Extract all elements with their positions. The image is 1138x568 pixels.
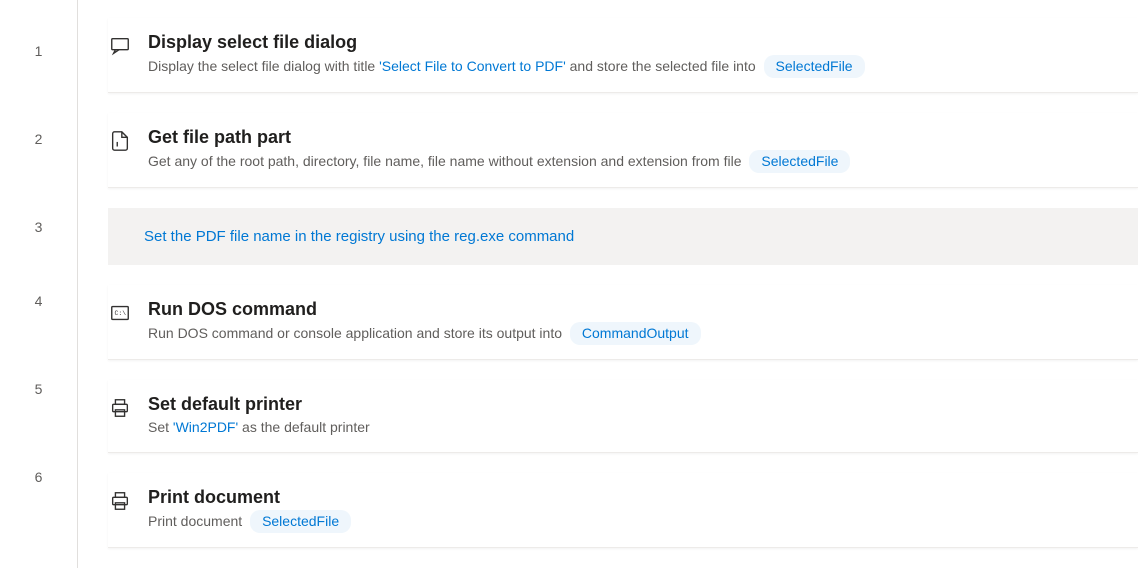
variable-badge[interactable]: SelectedFile [749,150,850,173]
step-content: Display select file dialog Display the s… [148,32,1118,78]
printer-icon [108,396,132,420]
step-description: Display the select file dialog with titl… [148,55,1118,78]
step-print-document[interactable]: Print document Print document SelectedFi… [108,473,1138,548]
svg-text:C:\: C:\ [115,310,127,317]
steps-list: Display select file dialog Display the s… [78,0,1138,568]
terminal-icon: C:\ [108,301,132,325]
step-description: Get any of the root path, directory, fil… [148,150,1118,173]
step-display-file-dialog[interactable]: Display select file dialog Display the s… [108,18,1138,93]
step-content: Run DOS command Run DOS command or conso… [148,299,1118,345]
line-number[interactable]: 3 [0,211,77,285]
line-number-gutter: 1 2 3 4 5 6 [0,0,78,568]
step-content: Set default printer Set 'Win2PDF' as the… [148,394,1118,438]
step-title: Get file path part [148,127,1118,148]
comment-text: Set the PDF file name in the registry us… [144,228,574,245]
variable-badge[interactable]: SelectedFile [764,55,865,78]
file-icon [108,129,132,153]
line-number[interactable]: 4 [0,285,77,373]
step-get-file-path-part[interactable]: Get file path part Get any of the root p… [108,113,1138,188]
variable-badge[interactable]: SelectedFile [250,510,351,533]
step-description: Print document SelectedFile [148,510,1118,533]
step-title: Print document [148,487,1118,508]
step-content: Print document Print document SelectedFi… [148,487,1118,533]
step-description: Set 'Win2PDF' as the default printer [148,417,1118,438]
quoted-string: 'Win2PDF' [173,419,238,435]
message-icon [108,34,132,58]
step-content: Get file path part Get any of the root p… [148,127,1118,173]
printer-icon [108,489,132,513]
step-comment[interactable]: Set the PDF file name in the registry us… [108,208,1138,265]
flow-container: 1 2 3 4 5 6 Display select file dialog D… [0,0,1138,568]
step-title: Display select file dialog [148,32,1118,53]
step-description: Run DOS command or console application a… [148,322,1118,345]
line-number[interactable]: 2 [0,123,77,211]
step-title: Set default printer [148,394,1118,415]
step-run-dos-command[interactable]: C:\ Run DOS command Run DOS command or c… [108,285,1138,360]
quoted-string: 'Select File to Convert to PDF' [379,58,566,74]
step-set-default-printer[interactable]: Set default printer Set 'Win2PDF' as the… [108,380,1138,453]
step-title: Run DOS command [148,299,1118,320]
variable-badge[interactable]: CommandOutput [570,322,701,345]
line-number[interactable]: 6 [0,461,77,549]
line-number[interactable]: 5 [0,373,77,461]
line-number[interactable]: 1 [0,35,77,123]
